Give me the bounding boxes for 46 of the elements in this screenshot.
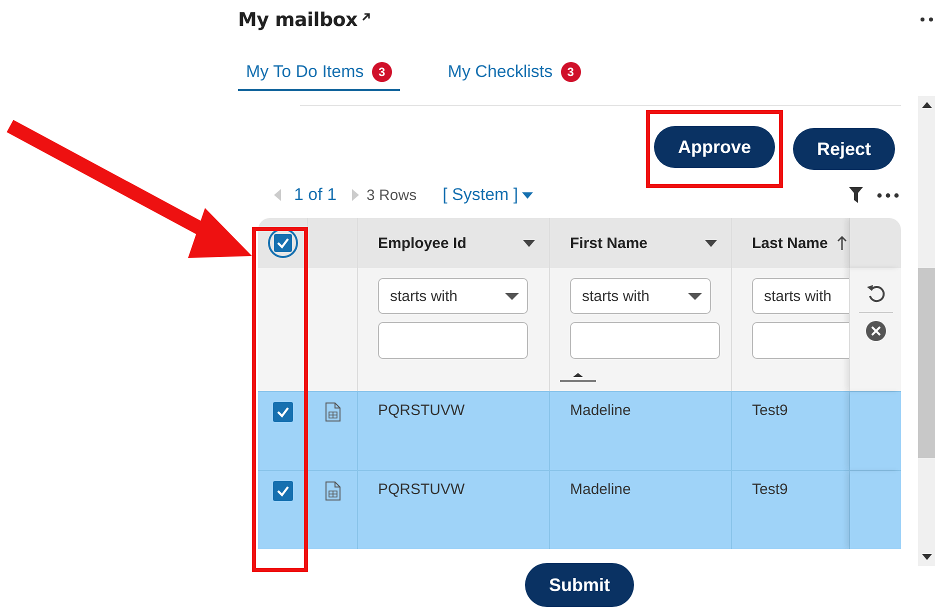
filter-input-field[interactable]: [570, 322, 720, 359]
filter-icon[interactable]: [849, 187, 863, 203]
sort-ascending-icon[interactable]: [837, 236, 847, 250]
reset-icon[interactable]: [866, 284, 886, 304]
document-icon[interactable]: [324, 481, 340, 501]
column-header[interactable]: Last Name: [752, 234, 831, 252]
caret-icon[interactable]: [523, 240, 535, 246]
collapse-handle-icon[interactable]: [560, 372, 596, 382]
table-cell: PQRSTUVW: [378, 481, 465, 498]
row-checkbox[interactable]: [272, 481, 292, 501]
table-cell: PQRSTUVW: [378, 402, 465, 419]
row-count: 3 Rows: [366, 186, 417, 204]
submit-button[interactable]: Submit: [525, 563, 634, 607]
tab[interactable]: My To Do Items 3: [238, 62, 400, 91]
document-icon[interactable]: [324, 402, 340, 422]
caret-icon[interactable]: [705, 240, 717, 246]
external-link-icon[interactable]: [361, 12, 372, 22]
row-checkbox[interactable]: [272, 402, 292, 422]
filter-input-field[interactable]: [378, 322, 528, 359]
tab[interactable]: My Checklists 3: [440, 62, 589, 91]
page-title: My mailbox: [238, 9, 358, 31]
view-dropdown[interactable]: [ System ]: [430, 185, 534, 205]
count-badge: 3: [372, 62, 392, 82]
column-header[interactable]: First Name: [570, 234, 697, 252]
table-cell: Madeline: [570, 481, 631, 498]
filter-operator-dropdown[interactable]: starts with: [378, 278, 528, 314]
column-header[interactable]: Employee Id: [378, 234, 515, 252]
caret-icon[interactable]: [688, 292, 702, 300]
action-button[interactable]: Reject: [792, 128, 895, 170]
page-indicator: 1 of 1: [294, 185, 337, 205]
scroll-down-icon[interactable]: [922, 554, 932, 560]
caret-icon[interactable]: [522, 192, 534, 198]
caret-icon[interactable]: [505, 292, 519, 300]
action-button[interactable]: Approve: [654, 126, 775, 168]
table-cell: Madeline: [570, 402, 631, 419]
select-all-checkbox[interactable]: [268, 228, 298, 258]
filter-operator-dropdown[interactable]: starts with: [570, 278, 711, 314]
clear-icon[interactable]: [866, 321, 886, 341]
scroll-up-icon[interactable]: [922, 102, 932, 108]
more-icon[interactable]: [920, 17, 935, 22]
count-badge: 3: [560, 62, 581, 82]
scrollbar[interactable]: [918, 96, 935, 566]
filter-operator-dropdown[interactable]: starts with: [752, 278, 849, 314]
table-cell: Test9: [752, 402, 788, 419]
table-cell: Test9: [752, 481, 788, 498]
more-icon[interactable]: [877, 192, 899, 198]
